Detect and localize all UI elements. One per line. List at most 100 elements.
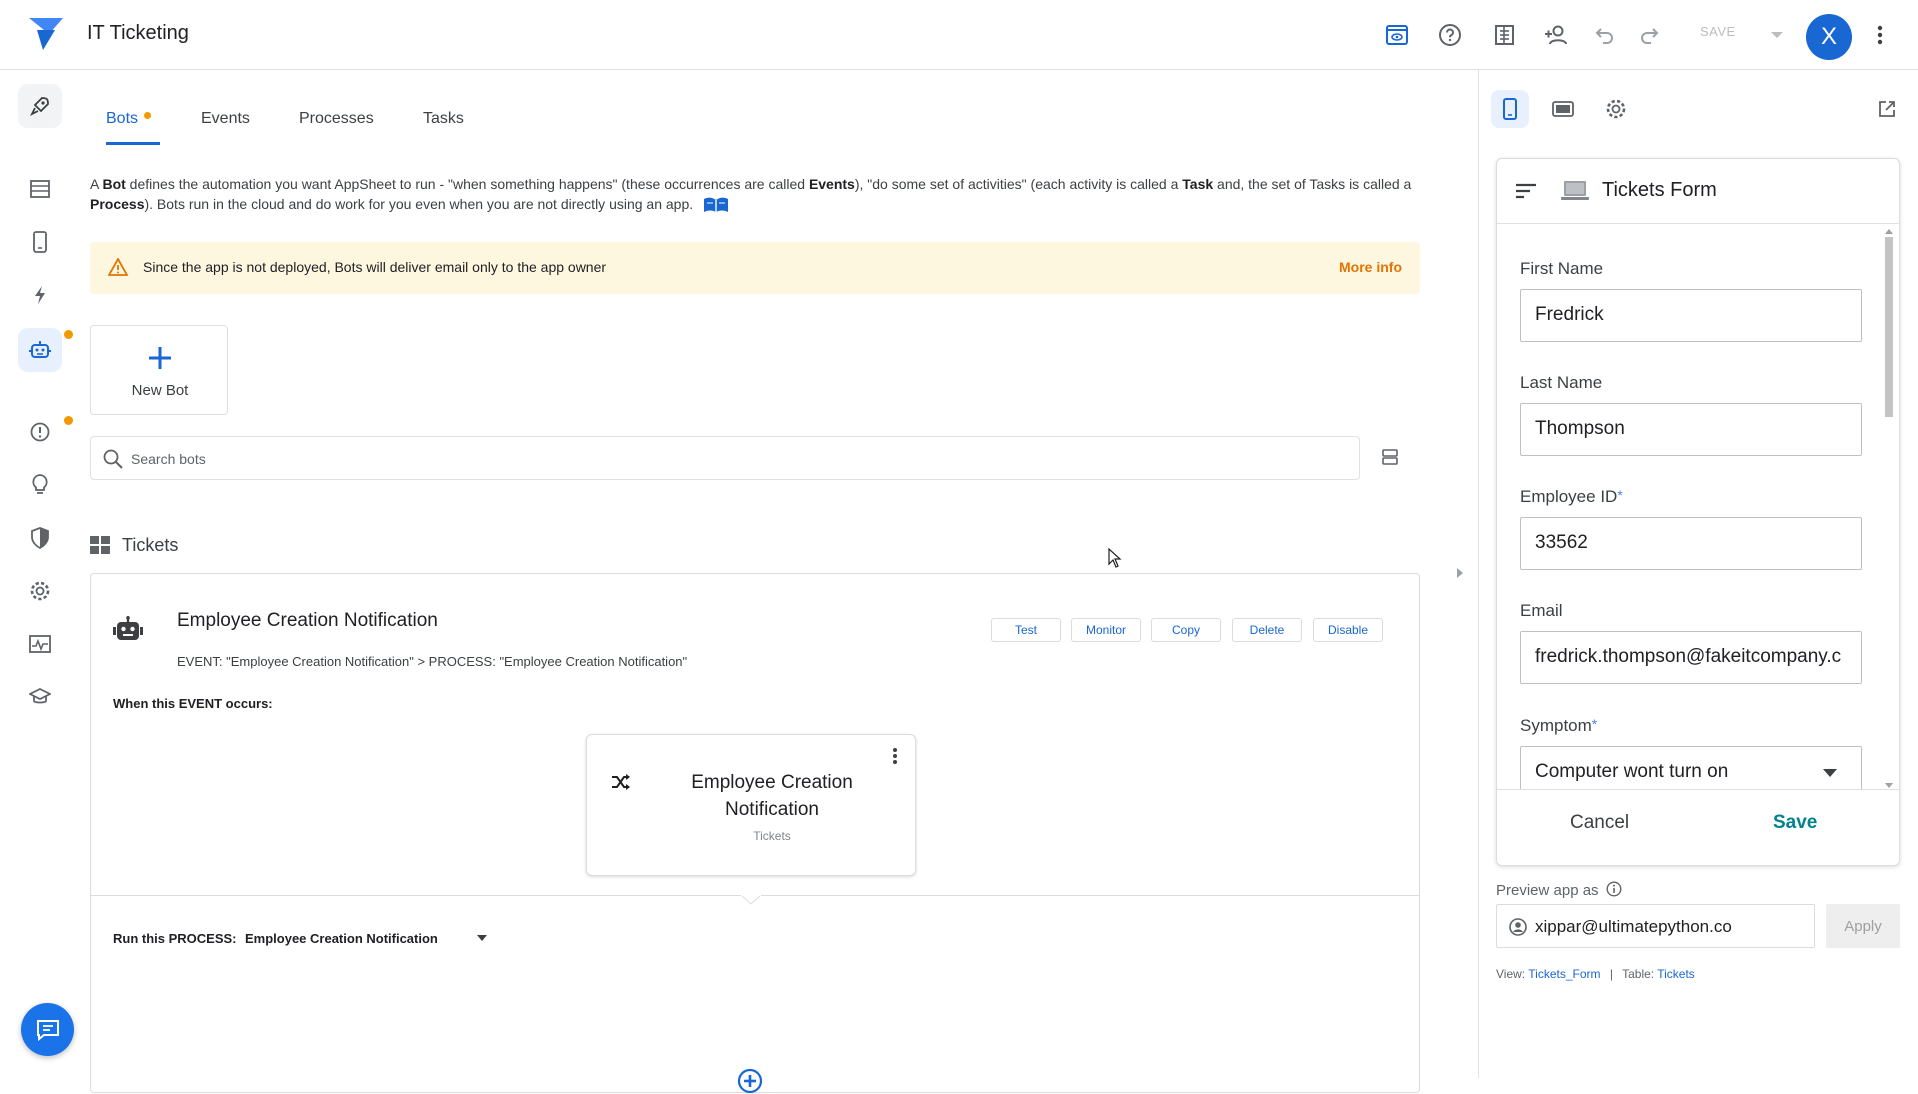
warning-banner: Since the app is not deployed, Bots will… xyxy=(90,242,1420,294)
form-scrollbar[interactable] xyxy=(1883,229,1895,789)
automation-badge xyxy=(64,330,73,339)
symptom-dropdown-icon[interactable] xyxy=(1822,768,1838,778)
more-info-link[interactable]: More info xyxy=(1339,259,1402,275)
preview-as-label: Preview app as xyxy=(1496,881,1622,899)
collapse-view-icon[interactable] xyxy=(1381,448,1399,466)
nav-views-icon[interactable] xyxy=(18,220,62,264)
event-table: Tickets xyxy=(753,829,791,843)
search-placeholder: Search bots xyxy=(131,451,206,467)
view-link[interactable]: Tickets_Form xyxy=(1528,967,1600,981)
preview-as-value: xippar@ultimatepython.co xyxy=(1535,917,1732,936)
nav-learn-icon[interactable] xyxy=(18,675,62,719)
required-marker: * xyxy=(1591,716,1598,732)
sort-icon[interactable] xyxy=(1515,183,1537,199)
view-table-info: View: Tickets_Form | Table: Tickets xyxy=(1496,967,1695,981)
undo-icon[interactable] xyxy=(1588,18,1622,52)
save-dropdown-icon[interactable] xyxy=(1760,18,1794,52)
chat-button[interactable] xyxy=(21,1003,74,1056)
docs-book-icon[interactable] xyxy=(703,197,729,213)
new-bot-label: New Bot xyxy=(131,382,189,399)
table-grid-icon xyxy=(90,536,110,554)
cancel-button[interactable]: Cancel xyxy=(1570,812,1629,834)
email-label: Email xyxy=(1520,601,1563,620)
tab-bots[interactable]: Bots xyxy=(106,110,138,128)
nav-monitor-icon[interactable] xyxy=(18,622,62,666)
form-title: Tickets Form xyxy=(1602,179,1717,201)
more-vert-icon[interactable] xyxy=(1863,18,1897,52)
first-name-field[interactable]: Fredrick xyxy=(1520,289,1862,342)
bot-name[interactable]: Employee Creation Notification xyxy=(177,610,438,632)
phone-preview: Tickets Form First Name Fredrick Last Na… xyxy=(1496,158,1900,866)
test-button[interactable]: Test xyxy=(991,618,1061,642)
bot-icon xyxy=(113,616,143,642)
section-title: Tickets xyxy=(122,535,179,555)
nav-rocket-icon[interactable] xyxy=(18,84,62,128)
app-title: IT Ticketing xyxy=(87,22,189,44)
nav-settings-icon[interactable] xyxy=(18,569,62,613)
panel-toggle-icon[interactable] xyxy=(1455,566,1465,580)
nav-data-icon[interactable] xyxy=(18,167,62,211)
bots-description: A Bot defines the automation you want Ap… xyxy=(90,176,1412,213)
search-icon xyxy=(103,449,123,469)
nav-actions-icon[interactable] xyxy=(18,273,62,317)
apply-button[interactable]: Apply xyxy=(1826,904,1900,948)
run-process-value[interactable]: Employee Creation Notification xyxy=(245,931,438,946)
copy-button[interactable]: Copy xyxy=(1151,618,1221,642)
docs-icon[interactable] xyxy=(1487,18,1521,52)
event-more-icon[interactable] xyxy=(892,747,898,765)
delete-button[interactable]: Delete xyxy=(1232,618,1302,642)
redo-icon[interactable] xyxy=(1632,18,1666,52)
email-field[interactable]: fredrick.thompson@fakeitcompany.c xyxy=(1520,631,1862,684)
info-icon[interactable] xyxy=(1606,881,1622,897)
preview-settings-icon[interactable] xyxy=(1597,90,1635,128)
tab-events[interactable]: Events xyxy=(201,110,250,128)
preview-panel: Tickets Form First Name Fredrick Last Na… xyxy=(1478,70,1918,1078)
help-icon[interactable] xyxy=(1433,18,1467,52)
nav-automation-icon[interactable] xyxy=(18,328,62,372)
bot-card: Employee Creation Notification EVENT: "E… xyxy=(90,573,1420,1094)
top-bar: IT Ticketing SAVE X xyxy=(0,0,1918,70)
divider-notch xyxy=(741,895,761,905)
tab-processes[interactable]: Processes xyxy=(299,110,374,128)
new-bot-button[interactable]: New Bot xyxy=(90,325,228,415)
preview-icon[interactable] xyxy=(1380,18,1414,52)
appsheet-logo[interactable] xyxy=(27,16,65,52)
mouse-cursor xyxy=(1108,548,1122,568)
run-process-label: Run this PROCESS: xyxy=(113,931,237,946)
warning-icon xyxy=(108,258,128,276)
last-name-field[interactable]: Thompson xyxy=(1520,403,1862,456)
nav-security-icon[interactable] xyxy=(18,516,62,560)
form-save-button[interactable]: Save xyxy=(1773,812,1817,834)
employee-id-field[interactable]: 33562 xyxy=(1520,517,1862,570)
plus-icon xyxy=(148,346,172,370)
event-card[interactable]: Employee Creation Notification Tickets xyxy=(586,734,916,876)
active-tab-indicator xyxy=(106,142,160,145)
search-bots-input[interactable]: Search bots xyxy=(90,436,1360,480)
monitor-button[interactable]: Monitor xyxy=(1071,618,1141,642)
form-header: Tickets Form xyxy=(1497,159,1899,224)
nav-alert-icon[interactable] xyxy=(18,410,62,454)
table-link[interactable]: Tickets xyxy=(1657,967,1695,981)
user-avatar[interactable]: X xyxy=(1806,14,1852,60)
last-name-label: Last Name xyxy=(1520,373,1603,392)
disable-button[interactable]: Disable xyxy=(1313,618,1383,642)
event-name: Employee Creation Notification xyxy=(691,772,853,820)
add-step-icon[interactable] xyxy=(737,1068,763,1094)
main-content: Bots Events Processes Tasks A Bot define… xyxy=(80,70,1525,1094)
first-name-label: First Name xyxy=(1520,259,1604,278)
save-button[interactable]: SAVE xyxy=(1700,24,1736,39)
left-nav xyxy=(0,70,80,1078)
tablet-preview-icon[interactable] xyxy=(1544,90,1582,128)
preview-as-input[interactable]: xippar@ultimatepython.co xyxy=(1496,904,1815,948)
process-dropdown-icon[interactable] xyxy=(476,934,488,942)
employee-id-label: Employee ID* xyxy=(1520,487,1623,506)
when-event-label: When this EVENT occurs: xyxy=(113,696,273,711)
symptom-label: Symptom* xyxy=(1520,716,1598,735)
tab-tasks[interactable]: Tasks xyxy=(423,110,464,128)
open-external-icon[interactable] xyxy=(1868,90,1906,128)
nav-ideas-icon[interactable] xyxy=(18,463,62,507)
add-person-icon[interactable] xyxy=(1540,18,1574,52)
mobile-preview-icon[interactable] xyxy=(1491,90,1529,128)
warning-text: Since the app is not deployed, Bots will… xyxy=(143,259,607,275)
alert-badge xyxy=(64,416,73,425)
